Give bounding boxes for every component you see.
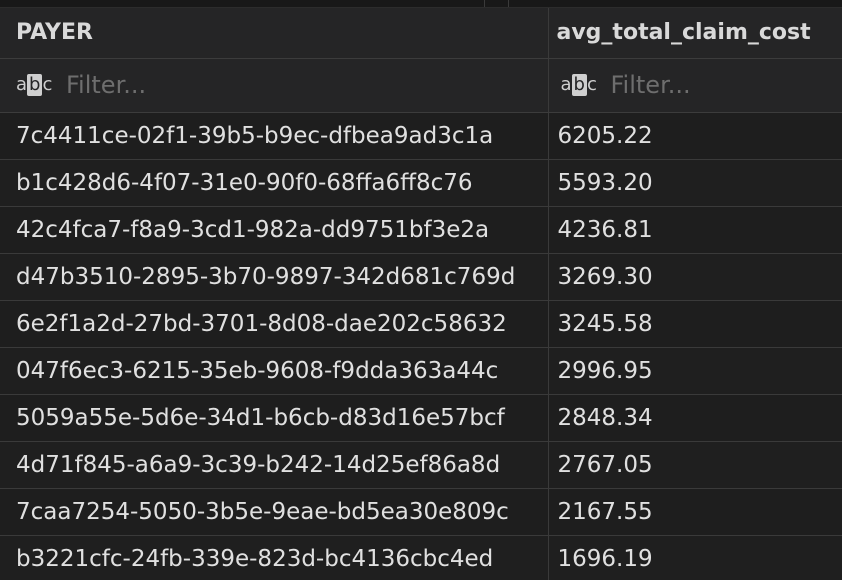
avg-cost-cell[interactable]: 2848.34 [548, 394, 842, 442]
column-header-payer[interactable]: PAYER [0, 8, 549, 59]
avg-filter-input[interactable] [610, 71, 831, 99]
filter-row: abc abc [0, 58, 842, 113]
payer-filter-input[interactable] [66, 71, 466, 99]
avg-cost-cell[interactable]: 4236.81 [548, 206, 842, 254]
text-type-icon: abc [560, 74, 597, 96]
avg-cost-cell[interactable]: 6205.22 [548, 112, 842, 160]
column-header-avg-total-claim-cost[interactable]: avg_total_claim_cost [548, 8, 842, 59]
avg-cost-cell[interactable]: 3269.30 [548, 253, 842, 301]
payer-cell[interactable]: 6e2f1a2d-27bd-3701-8d08-dae202c58632 [0, 300, 549, 348]
avg-cost-cell[interactable]: 1696.19 [548, 535, 842, 580]
table-row[interactable]: 7c4411ce-02f1-39b5-b9ec-dfbea9ad3c1a 6205… [0, 112, 842, 160]
table-row[interactable]: 7caa7254-5050-3b5e-9eae-bd5ea30e809c 2167… [0, 488, 842, 536]
text-type-icon: abc [16, 74, 53, 96]
table-row[interactable]: b3221cfc-24fb-339e-823d-bc4136cbc4ed 1696… [0, 535, 842, 580]
payer-cell[interactable]: 7c4411ce-02f1-39b5-b9ec-dfbea9ad3c1a [0, 112, 549, 160]
header-row: PAYER avg_total_claim_cost [0, 8, 842, 59]
table-row[interactable]: 6e2f1a2d-27bd-3701-8d08-dae202c58632 3245… [0, 300, 842, 348]
table-row[interactable]: 5059a55e-5d6e-34d1-b6cb-d83d16e57bcf 2848… [0, 394, 842, 442]
results-grid: PAYER avg_total_claim_cost abc abc 7c441… [0, 0, 842, 580]
payer-cell[interactable]: b1c428d6-4f07-31e0-90f0-68ffa6ff8c76 [0, 159, 549, 207]
payer-cell[interactable]: 7caa7254-5050-3b5e-9eae-bd5ea30e809c [0, 488, 549, 536]
payer-cell[interactable]: 42c4fca7-f8a9-3cd1-982a-dd9751bf3e2a [0, 206, 549, 254]
payer-cell[interactable]: d47b3510-2895-3b70-9897-342d681c769d [0, 253, 549, 301]
avg-cost-cell[interactable]: 5593.20 [548, 159, 842, 207]
table-row[interactable]: 42c4fca7-f8a9-3cd1-982a-dd9751bf3e2a 4236… [0, 206, 842, 254]
table-row[interactable]: b1c428d6-4f07-31e0-90f0-68ffa6ff8c76 5593… [0, 159, 842, 207]
payer-cell[interactable]: 5059a55e-5d6e-34d1-b6cb-d83d16e57bcf [0, 394, 549, 442]
payer-cell[interactable]: 4d71f845-a6a9-3c39-b242-14d25ef86a8d [0, 441, 549, 489]
toolbar-strip [0, 0, 842, 8]
filter-cell-payer: abc [0, 58, 549, 113]
table-row[interactable]: 4d71f845-a6a9-3c39-b242-14d25ef86a8d 2767… [0, 441, 842, 489]
table-row[interactable]: 047f6ec3-6215-35eb-9608-f9dda363a44c 2996… [0, 347, 842, 395]
avg-cost-cell[interactable]: 2167.55 [548, 488, 842, 536]
payer-cell[interactable]: b3221cfc-24fb-339e-823d-bc4136cbc4ed [0, 535, 549, 580]
results-table: PAYER avg_total_claim_cost abc abc 7c441… [0, 8, 842, 580]
table-row[interactable]: d47b3510-2895-3b70-9897-342d681c769d 3269… [0, 253, 842, 301]
filter-cell-avg: abc [548, 58, 842, 113]
payer-cell[interactable]: 047f6ec3-6215-35eb-9608-f9dda363a44c [0, 347, 549, 395]
avg-cost-cell[interactable]: 3245.58 [548, 300, 842, 348]
avg-cost-cell[interactable]: 2767.05 [548, 441, 842, 489]
avg-cost-cell[interactable]: 2996.95 [548, 347, 842, 395]
